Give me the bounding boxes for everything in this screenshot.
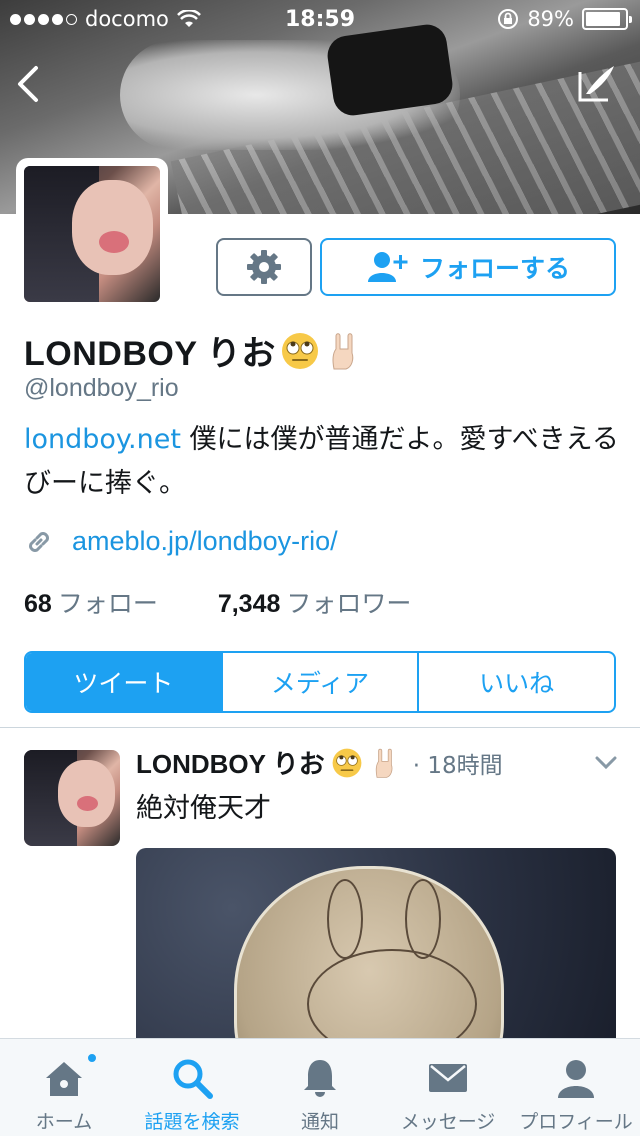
bottom-tab-bar: ホーム 話題を検索 通知 メッセージ プロフィール xyxy=(0,1038,640,1136)
settings-button[interactable] xyxy=(216,238,312,296)
tweet-avatar[interactable] xyxy=(24,750,120,846)
profile-bio: londboy.net 僕には僕が普通だよ。愛すべきえるびーに捧ぐ。 xyxy=(24,418,624,506)
tab-tweets[interactable]: ツイート xyxy=(26,653,223,711)
follow-stats: 68 フォロー 7,348 フォロワー xyxy=(24,584,411,620)
website-link[interactable]: ameblo.jp/londboy-rio/ xyxy=(72,526,338,557)
nav-messages-label: メッセージ xyxy=(400,1111,496,1133)
nav-home-label: ホーム xyxy=(35,1111,93,1133)
nav-notifications-label: 通知 xyxy=(300,1111,339,1133)
profile-handle: @londboy_rio xyxy=(24,374,179,402)
rock-hand-emoji-icon xyxy=(332,332,354,369)
battery-icon xyxy=(582,8,632,30)
eye-roll-emoji-icon xyxy=(332,748,362,777)
following-count: 68 xyxy=(24,590,52,618)
followers-label: フォロワー xyxy=(286,589,412,618)
follow-button-label: フォローする xyxy=(419,254,570,283)
avatar-image xyxy=(24,750,120,846)
nav-notifications[interactable]: 通知 xyxy=(256,1039,384,1136)
following-label: フォロー xyxy=(57,589,158,618)
following-stat[interactable]: 68 フォロー xyxy=(24,584,158,620)
tweet-author-name[interactable]: LONDBOY りお xyxy=(136,744,325,781)
tweet-header: LONDBOY りお · 18時間 xyxy=(136,744,503,781)
profile-avatar[interactable] xyxy=(16,158,168,310)
tweet-media-image[interactable] xyxy=(136,848,616,1048)
new-content-indicator xyxy=(86,1052,98,1064)
nav-messages[interactable]: メッセージ xyxy=(384,1039,512,1136)
status-bar: docomo 18:59 89% xyxy=(0,0,640,40)
home-icon xyxy=(46,1062,82,1096)
eye-roll-emoji-icon xyxy=(281,332,318,369)
chevron-down-icon xyxy=(595,756,617,770)
search-icon xyxy=(173,1059,213,1099)
follow-button[interactable]: フォローする xyxy=(320,238,616,296)
compose-tweet-button[interactable] xyxy=(576,62,618,104)
divider xyxy=(0,727,640,728)
profile-tabs: ツイート メディア いいね xyxy=(24,651,616,713)
nav-search-label: 話題を検索 xyxy=(144,1111,240,1133)
nav-search[interactable]: 話題を検索 xyxy=(128,1039,256,1136)
tab-likes[interactable]: いいね xyxy=(419,653,614,711)
tweet-text: 絶対俺天才 xyxy=(136,793,271,824)
rock-hand-emoji-icon xyxy=(375,748,393,778)
nav-profile-label: プロフィール xyxy=(519,1111,633,1133)
bio-link[interactable]: londboy.net xyxy=(24,424,181,455)
followers-stat[interactable]: 7,348 フォロワー xyxy=(218,584,412,620)
person-icon xyxy=(558,1060,594,1098)
add-person-icon xyxy=(367,252,408,282)
gear-icon xyxy=(247,250,281,284)
mail-icon xyxy=(429,1064,467,1092)
compose-icon xyxy=(578,66,614,102)
chevron-left-icon xyxy=(18,66,38,102)
back-button[interactable] xyxy=(12,64,48,104)
avatar-image xyxy=(24,166,160,302)
bell-icon xyxy=(304,1060,336,1097)
nav-profile[interactable]: プロフィール xyxy=(512,1039,640,1136)
followers-count: 7,348 xyxy=(217,590,281,618)
battery-percent: 89% xyxy=(527,7,574,31)
rotation-lock-icon xyxy=(498,9,519,29)
profile-website[interactable]: ameblo.jp/londboy-rio/ xyxy=(24,526,338,557)
tweet-menu-button[interactable] xyxy=(594,754,618,772)
tweet-timestamp: · 18時間 xyxy=(412,752,503,779)
nav-home[interactable]: ホーム xyxy=(0,1039,128,1136)
link-icon xyxy=(29,531,49,552)
tab-media[interactable]: メディア xyxy=(223,653,420,711)
profile-name: LONDBOY りお xyxy=(24,326,364,375)
